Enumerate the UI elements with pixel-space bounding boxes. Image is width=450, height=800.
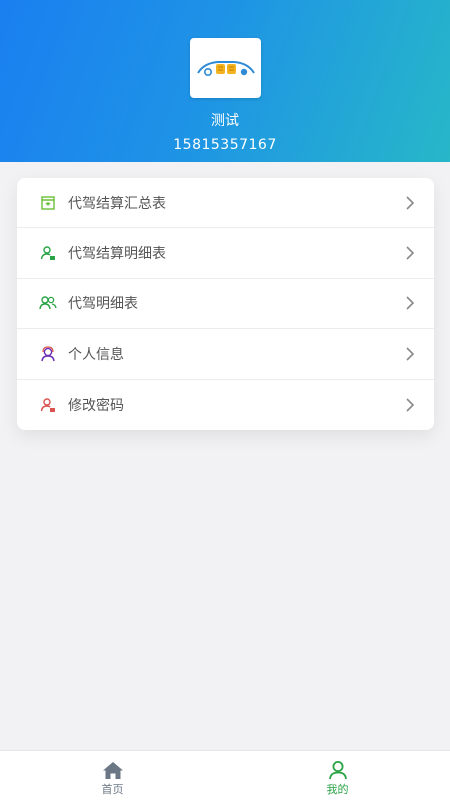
menu-label: 代驾明细表 [68, 296, 138, 313]
home-icon [102, 760, 124, 780]
chevron-right-icon [406, 398, 415, 412]
menu-item-settlement-detail[interactable]: 代驾结算明细表 [17, 228, 434, 279]
tab-profile[interactable]: 我的 [225, 751, 450, 800]
chevron-right-icon [406, 347, 415, 361]
menu-label: 代驾结算汇总表 [68, 195, 166, 212]
chevron-right-icon [406, 246, 415, 260]
menu-item-driver-detail[interactable]: 代驾明细表 [17, 279, 434, 330]
summary-report-icon [39, 194, 57, 212]
menu-item-personal-info[interactable]: 个人信息 [17, 329, 434, 380]
app-logo [190, 38, 261, 98]
tab-label: 首页 [101, 783, 124, 796]
menu-label: 代驾结算明细表 [68, 246, 166, 263]
profile-screen: 测试 15815357167 代驾结算汇总表 代驾结算明细表 代驾明细表 个人信… [0, 0, 450, 800]
chevron-right-icon [406, 196, 415, 210]
profile-icon [327, 760, 349, 780]
menu-item-change-password[interactable]: 修改密码 [17, 380, 434, 430]
bottom-tab-bar: 首页 我的 [0, 750, 450, 800]
menu-item-summary[interactable]: 代驾结算汇总表 [17, 178, 434, 229]
menu-card: 代驾结算汇总表 代驾结算明细表 代驾明细表 个人信息 修改密码 [17, 178, 434, 430]
menu-label: 个人信息 [68, 346, 124, 363]
user-password-icon [39, 396, 57, 414]
profile-header: 测试 15815357167 [0, 0, 450, 162]
tab-home[interactable]: 首页 [0, 751, 225, 800]
car-logo-icon [196, 61, 255, 77]
users-icon [39, 294, 57, 312]
user-phone: 15815357167 [173, 137, 277, 153]
user-name: 测试 [211, 113, 239, 129]
user-info-icon [39, 345, 57, 363]
tab-label: 我的 [326, 783, 349, 796]
menu-label: 修改密码 [68, 397, 124, 414]
chevron-right-icon [406, 296, 415, 311]
user-detail-icon [39, 244, 57, 262]
